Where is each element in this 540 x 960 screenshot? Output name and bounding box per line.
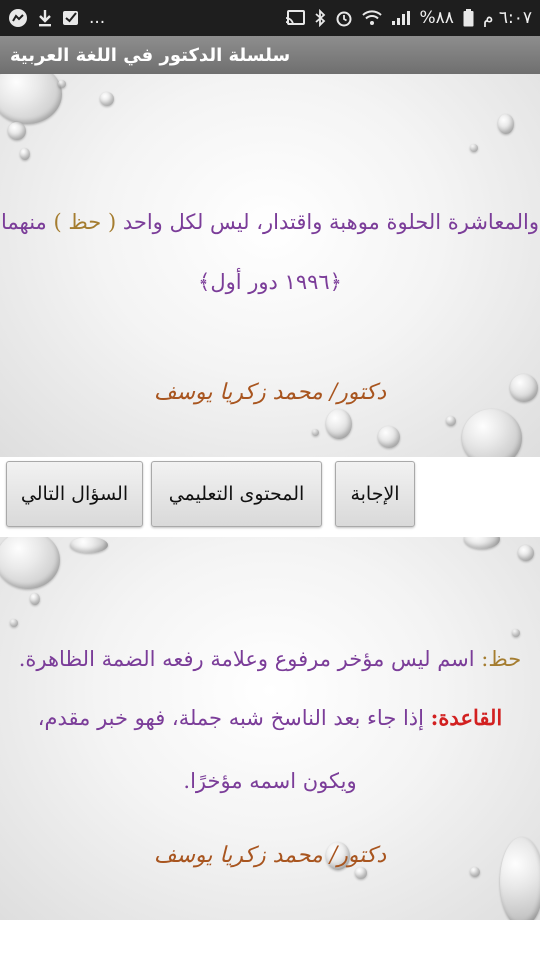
water-drop <box>312 429 319 436</box>
question-text-start: والمعاشرة الحلوة موهبة واقتدار، ليس لكل … <box>116 210 539 234</box>
battery-icon <box>463 9 474 27</box>
water-drop <box>512 629 520 637</box>
rule-text: إذا جاء بعد الناسخ شبه جملة، فهو خبر مقد… <box>37 706 431 730</box>
water-drop <box>518 545 534 561</box>
question-slide: والمعاشرة الحلوة موهبة واقتدار، ليس لكل … <box>0 74 540 457</box>
author-signature: دكتور/ محمد زكريا يوسف <box>153 843 387 868</box>
cast-icon <box>285 10 305 26</box>
question-highlight-word: ( حظ ) <box>53 210 117 234</box>
clock: ٦:٠٧ م <box>482 8 532 28</box>
water-drop <box>10 619 18 627</box>
water-drop <box>0 537 60 589</box>
signal-icon <box>391 10 411 26</box>
rule-label: القاعدة: <box>430 705 503 730</box>
water-drop <box>0 74 62 124</box>
water-drop <box>498 114 514 134</box>
water-drop <box>446 416 456 426</box>
messenger-icon <box>8 8 28 28</box>
water-drop <box>464 537 500 549</box>
answer-line-3: ويكون اسمه مؤخرًا. <box>183 769 357 793</box>
question-text-end: منهما <box>1 210 54 234</box>
water-drop <box>70 537 108 553</box>
app-title-bar: سلسلة الدكتور في اللغة العربية <box>0 36 540 74</box>
status-notifications: ... <box>8 8 105 28</box>
author-signature: دكتور/ محمد زكريا يوسف <box>153 380 387 405</box>
educational-content-button[interactable]: المحتوى التعليمي <box>151 461 322 527</box>
alarm-icon <box>335 9 353 27</box>
question-line-1: والمعاشرة الحلوة موهبة واقتدار، ليس لكل … <box>0 210 540 235</box>
wifi-icon <box>361 10 382 26</box>
app-title: سلسلة الدكتور في اللغة العربية <box>10 44 291 66</box>
water-drop <box>30 593 40 605</box>
answer-rule-line: القاعدة: إذا جاء بعد الناسخ شبه جملة، فه… <box>0 705 540 731</box>
water-drop <box>462 409 522 457</box>
water-drop <box>378 426 400 448</box>
checkbox-icon <box>62 9 80 27</box>
next-question-button[interactable]: السؤال التالي <box>6 461 143 527</box>
water-drop <box>355 867 367 879</box>
status-bar: ... %٨٨ ٦:٠٧ م <box>0 0 540 36</box>
water-drop <box>470 144 478 152</box>
download-icon <box>37 9 53 27</box>
water-drop <box>58 80 66 88</box>
battery-percentage: %٨٨ <box>419 8 454 28</box>
action-buttons: الإجابة المحتوى التعليمي السؤال التالي <box>0 457 540 537</box>
answer-explanation: اسم ليس مؤخر مرفوع وعلامة رفعه الضمة الظ… <box>18 647 482 671</box>
bluetooth-icon <box>314 9 326 27</box>
water-drop <box>8 122 26 140</box>
question-source: ﴿١٩٩٦ دور أول﴾ <box>198 270 342 294</box>
answer-slide: حظ: اسم ليس مؤخر مرفوع وعلامة رفعه الضمة… <box>0 537 540 920</box>
water-drop <box>100 92 114 106</box>
water-drop <box>20 148 30 160</box>
status-system: %٨٨ ٦:٠٧ م <box>285 8 532 28</box>
water-drop <box>470 867 480 877</box>
answer-term-label: حظ: <box>481 647 522 671</box>
water-drop <box>326 409 352 439</box>
more-notifications-indicator: ... <box>89 8 106 28</box>
answer-button[interactable]: الإجابة <box>335 461 415 527</box>
answer-line-1: حظ: اسم ليس مؤخر مرفوع وعلامة رفعه الضمة… <box>0 647 540 672</box>
